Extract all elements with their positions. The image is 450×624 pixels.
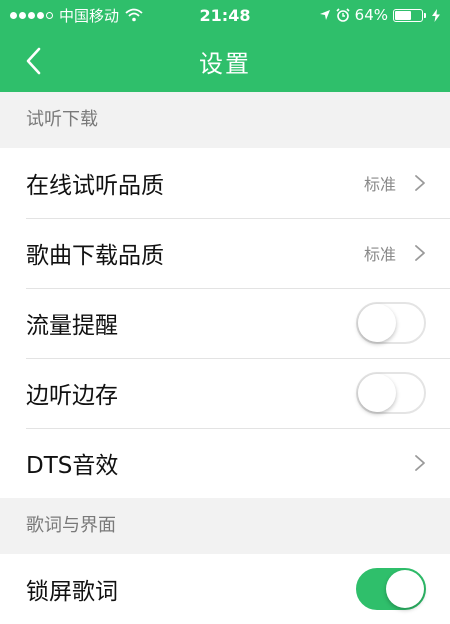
toggle-knob [386, 570, 424, 608]
section-header: 试听下载 [0, 92, 450, 148]
status-bar: 中国移动 21:48 64% [0, 0, 450, 30]
settings-row-label: 流量提醒 [26, 313, 118, 339]
chevron-left-icon [26, 47, 41, 75]
wifi-icon [125, 8, 143, 22]
toggle-knob [358, 374, 396, 412]
settings-row: 边听边存 [0, 358, 450, 428]
chevron-right-icon [415, 175, 425, 191]
status-left: 中国移动 [10, 5, 143, 26]
nav-bar: 设置 [0, 30, 450, 92]
settings-row-label: 在线试听品质 [26, 173, 164, 199]
toggle-knob [358, 304, 396, 342]
settings-row: 流量提醒 [0, 288, 450, 358]
back-button[interactable] [18, 41, 48, 81]
settings-row: 锁屏歌词 [0, 554, 450, 624]
carrier-label: 中国移动 [59, 6, 120, 25]
settings-row-value: 标准 [363, 245, 396, 264]
settings-row-value: 标准 [363, 175, 396, 194]
toggle-switch[interactable] [356, 372, 426, 414]
status-right: 64% [319, 0, 440, 30]
battery-icon [393, 8, 426, 22]
location-arrow-icon [319, 10, 330, 20]
chevron-right-icon [415, 245, 425, 261]
alarm-icon [336, 8, 350, 22]
battery-percent: 64% [354, 6, 388, 24]
charging-icon [432, 8, 440, 22]
settings-row-label: 锁屏歌词 [26, 579, 118, 605]
section-header: 歌词与界面 [0, 498, 450, 554]
settings-row[interactable]: 在线试听品质 标准 [0, 148, 450, 218]
settings-group: 在线试听品质 标准 歌曲下载品质 标准 流量提醒 边听边存 DTS音效 [0, 148, 450, 498]
settings-row[interactable]: 歌曲下载品质 标准 [0, 218, 450, 288]
toggle-switch[interactable] [356, 568, 426, 610]
app-header: 中国移动 21:48 64% 设置 [0, 0, 450, 92]
toggle-switch[interactable] [356, 302, 426, 344]
status-time: 21:48 [199, 5, 251, 25]
settings-list: 试听下载 在线试听品质 标准 歌曲下载品质 标准 流量提醒 边听边存 DTS音效 歌词与界面 锁屏… [0, 92, 450, 624]
chevron-right-icon [415, 455, 425, 471]
settings-row[interactable]: DTS音效 [0, 428, 450, 498]
page-title: 设置 [199, 49, 251, 78]
settings-group: 锁屏歌词 [0, 554, 450, 624]
signal-dots-icon [10, 11, 53, 19]
settings-row-label: 边听边存 [26, 383, 118, 409]
settings-row-label: 歌曲下载品质 [26, 243, 164, 269]
settings-row-label: DTS音效 [26, 453, 119, 479]
